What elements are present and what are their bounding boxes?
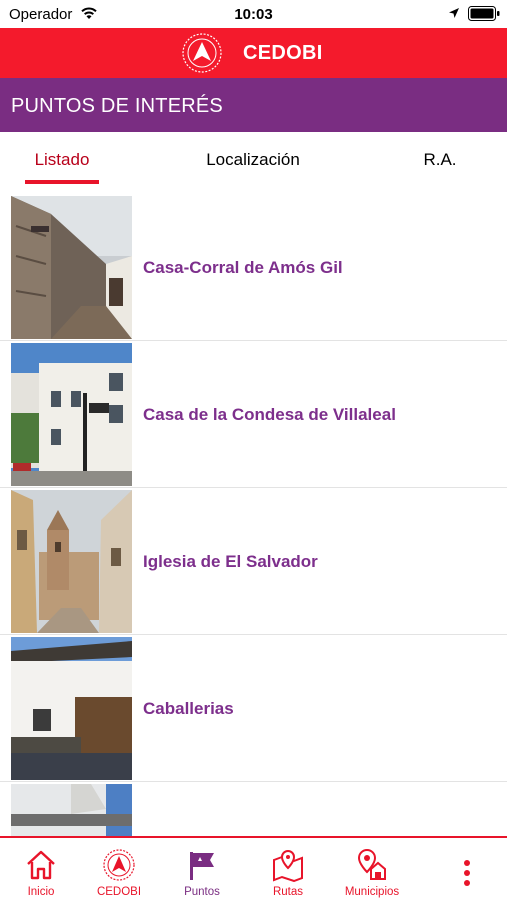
- stone-wall-street-photo: [11, 196, 132, 339]
- battery-icon: [468, 6, 500, 21]
- tab-ra[interactable]: R.A.: [410, 132, 470, 186]
- map-pin-icon: [273, 849, 303, 882]
- active-tab-indicator: [25, 180, 99, 184]
- nav-label: Inicio: [27, 886, 55, 898]
- point-title: Casa de la Condesa de Villaleal: [143, 405, 396, 424]
- more-vertical-icon: [464, 860, 470, 886]
- list-item[interactable]: Casa-Corral de Amós Gil: [0, 194, 507, 341]
- cedobi-logo-icon: [103, 849, 135, 881]
- flag-icon: [190, 852, 214, 880]
- nav-municipios[interactable]: Municipios: [332, 838, 412, 900]
- list-item[interactable]: Iglesia de El Salvador: [0, 488, 507, 635]
- point-title: Casa-Corral de Amós Gil: [143, 258, 343, 277]
- cedobi-logo-icon: [182, 33, 222, 73]
- nav-puntos[interactable]: Puntos: [170, 838, 234, 900]
- status-time: 10:03: [234, 6, 273, 23]
- points-list[interactable]: Casa-Corral de Amós Gil Casa de la Conde…: [0, 194, 507, 836]
- church-tower-street-photo: [11, 490, 132, 633]
- nav-label: CEDOBI: [96, 886, 142, 898]
- nav-label: Rutas: [272, 886, 304, 898]
- point-title: Iglesia de El Salvador: [143, 552, 318, 571]
- list-item[interactable]: Caballerias: [0, 635, 507, 782]
- nav-more[interactable]: [450, 838, 484, 900]
- app-header: CEDOBI: [0, 28, 507, 78]
- tab-localizacion[interactable]: Localización: [190, 132, 316, 186]
- list-item[interactable]: Casa de la Condesa de Villaleal: [0, 341, 507, 488]
- nav-cedobi[interactable]: CEDOBI: [84, 838, 154, 900]
- white-house-wooden-door-photo: [11, 637, 132, 780]
- section-bar: PUNTOS DE INTERÉS: [0, 78, 507, 132]
- home-icon: [27, 850, 55, 880]
- nav-inicio[interactable]: Inicio: [12, 838, 70, 900]
- nav-rutas[interactable]: Rutas: [258, 838, 318, 900]
- town-pin-icon: [357, 848, 386, 880]
- tab-listado[interactable]: Listado: [24, 132, 100, 186]
- bottom-nav: Inicio CEDOBI Puntos Rutas Municipios: [0, 836, 507, 900]
- location-arrow-icon: [449, 8, 459, 18]
- white-wall-photo: [11, 784, 132, 836]
- white-building-street-photo: [11, 343, 132, 486]
- section-title: PUNTOS DE INTERÉS: [11, 95, 223, 117]
- status-bar: Operador 10:03: [0, 0, 507, 28]
- tab-bar: Listado Localización R.A.: [0, 132, 507, 186]
- nav-label: Puntos: [184, 886, 220, 898]
- point-title: Caballerias: [143, 699, 234, 718]
- list-item[interactable]: [0, 782, 507, 836]
- app-title: CEDOBI: [243, 42, 323, 64]
- nav-label: Municipios: [344, 886, 400, 898]
